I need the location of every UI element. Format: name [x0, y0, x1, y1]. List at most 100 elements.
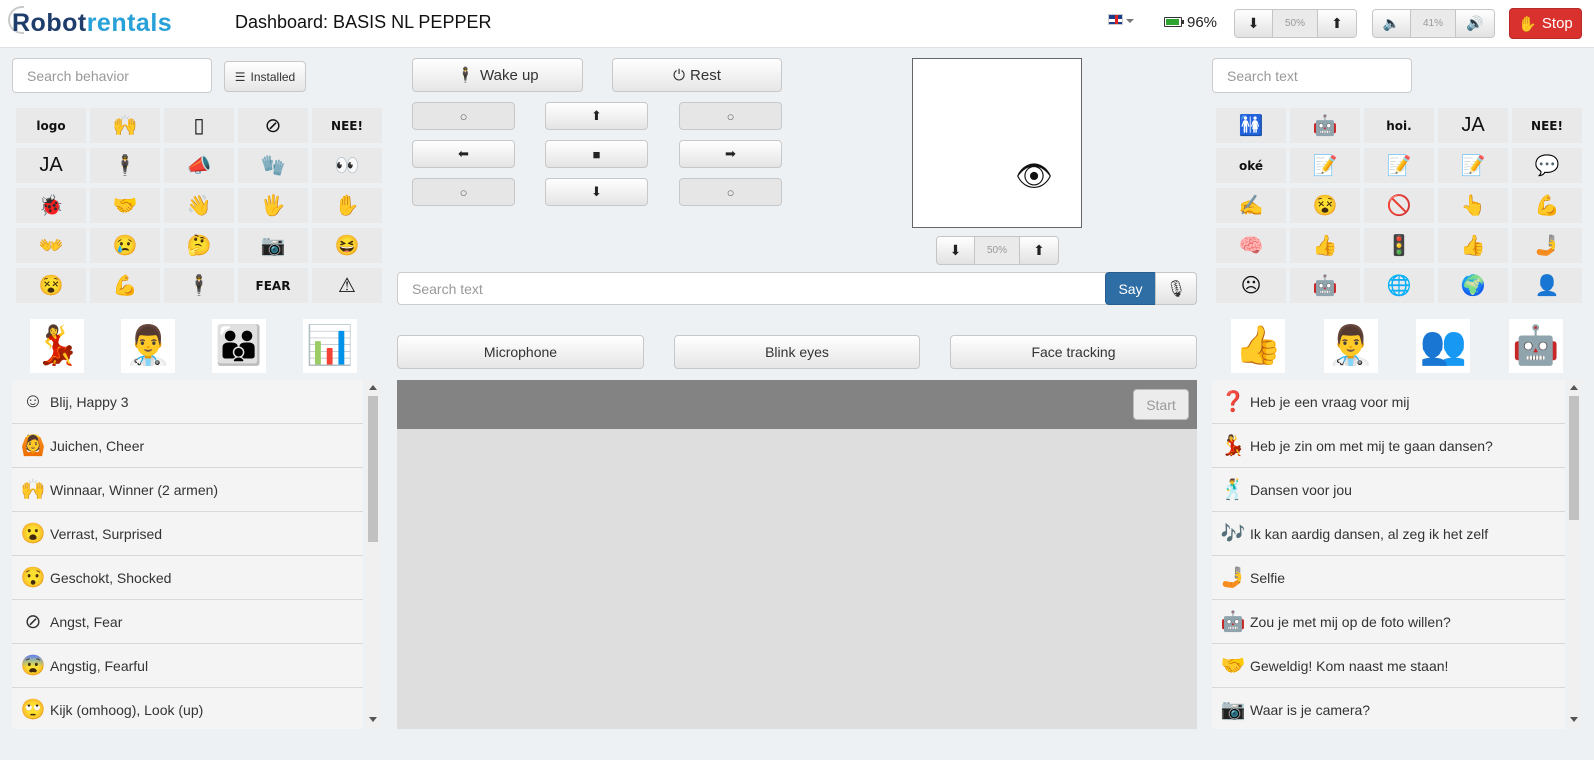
scroll-up-icon[interactable]	[369, 385, 377, 390]
world-tile[interactable]: 🌍	[1438, 268, 1508, 303]
sign-tile[interactable]: FEAR	[238, 268, 308, 303]
direction-down-right-button[interactable]: ○	[679, 178, 782, 206]
nee-tile[interactable]: NEE!	[1512, 108, 1582, 143]
speed-up-button[interactable]: ⬆	[1318, 10, 1356, 37]
microphone-button[interactable]: Microphone	[397, 335, 644, 369]
palm-tile[interactable]: ✋	[312, 188, 382, 223]
list-item[interactable]: 🙌 Winnaar, Winner (2 armen)	[12, 468, 363, 512]
direction-backward-button[interactable]: ⬇	[545, 178, 648, 206]
list-item[interactable]: 🙆 Juichen, Cheer	[12, 424, 363, 468]
handwriting-small-tile[interactable]: 📝	[1438, 148, 1508, 183]
say-button[interactable]: Say	[1105, 272, 1156, 305]
mute-microphone-button[interactable]: 🎙	[1155, 272, 1197, 305]
list-item[interactable]: 😮 Verrast, Surprised	[12, 512, 363, 556]
face-tracking-button[interactable]: Face tracking	[950, 335, 1197, 369]
oke-tile[interactable]: oké	[1216, 148, 1286, 183]
uk-flag-icon[interactable]	[1108, 14, 1123, 25]
people-tile[interactable]: 🚻	[1216, 108, 1286, 143]
list-item[interactable]: 😯 Geschokt, Shocked	[12, 556, 363, 600]
wave-hand-tile[interactable]: 👋	[164, 188, 234, 223]
direction-stop-button[interactable]: ■	[545, 140, 648, 168]
list-item[interactable]: 🕺 Dansen voor jou	[1212, 468, 1565, 512]
presentation-icon[interactable]: 📊	[302, 319, 357, 373]
list-item[interactable]: ❓ Heb je een vraag voor mij	[1212, 380, 1565, 424]
scroll-up-icon[interactable]	[1570, 385, 1578, 390]
direction-up-left-button[interactable]: ○	[412, 102, 515, 130]
list-item[interactable]: 😨 Angstig, Fearful	[12, 644, 363, 688]
person-arms-up-tile[interactable]: 🙌	[90, 108, 160, 143]
nee-tile[interactable]: NEE!	[312, 108, 382, 143]
head-position-view[interactable]: 👁	[912, 58, 1082, 228]
say-text-input[interactable]: Search text	[397, 272, 1107, 305]
globe-tile[interactable]: 🌐	[1364, 268, 1434, 303]
thumbs-up-outline-tile[interactable]: 👍	[1290, 228, 1360, 263]
gloves-tile[interactable]: 🧤	[238, 148, 308, 183]
handwriting-tile[interactable]: 📝	[1290, 148, 1360, 183]
list-item[interactable]: 🤳 Selfie	[1212, 556, 1565, 600]
traffic-light-tile[interactable]: 🚦	[1364, 228, 1434, 263]
hoi-tile[interactable]: hoi.	[1364, 108, 1434, 143]
direction-forward-button[interactable]: ⬆	[545, 102, 648, 130]
list-item[interactable]: 💃 Heb je zin om met mij te gaan dansen?	[1212, 424, 1565, 468]
dizzy-face-tile[interactable]: 😵	[16, 268, 86, 303]
start-video-button[interactable]: Start	[1133, 389, 1189, 420]
thumbs-up-icon[interactable]: 👍	[1231, 319, 1286, 373]
robot-small-tile[interactable]: 🤖	[1290, 268, 1360, 303]
installed-button[interactable]: ☰ Installed	[224, 61, 306, 92]
no-entry-tile[interactable]: 🚫	[1364, 188, 1434, 223]
list-item[interactable]: 🎶 Ik kan aardig dansen, al zeg ik het zel…	[1212, 512, 1565, 556]
list-item[interactable]: 🙄 Kijk (omhoog), Look (up)	[12, 688, 363, 729]
tablet-tile[interactable]: ▯	[164, 108, 234, 143]
prohibited-tile[interactable]: ⊘	[238, 108, 308, 143]
person-tile[interactable]: 🕴	[90, 148, 160, 183]
sad-face-tile[interactable]: ☹	[1216, 268, 1286, 303]
doctor-icon[interactable]: 👨‍⚕️	[1323, 319, 1378, 373]
app-logo[interactable]: Robot rentals	[12, 6, 172, 40]
arm-tile[interactable]: 💪	[90, 268, 160, 303]
face-tile[interactable]: 😵	[1290, 188, 1360, 223]
doctor-icon[interactable]: 👨‍⚕️	[121, 319, 176, 373]
selfie-tile[interactable]: 🤳	[1512, 228, 1582, 263]
whistle-tile[interactable]: 📣	[164, 148, 234, 183]
list-item[interactable]: 🤝 Geweldig! Kom naast me staan!	[1212, 644, 1565, 688]
ja-tile[interactable]: JA	[16, 148, 86, 183]
scroll-down-icon[interactable]	[1570, 717, 1578, 722]
crying-face-tile[interactable]: 😢	[90, 228, 160, 263]
list-item[interactable]: ☺ Blij, Happy 3	[12, 380, 363, 424]
blink-eyes-button[interactable]: Blink eyes	[674, 335, 920, 369]
stop-button[interactable]: ✋ Stop	[1509, 8, 1582, 39]
direction-up-right-button[interactable]: ○	[679, 102, 782, 130]
eye-icon[interactable]: 👁	[1015, 159, 1053, 194]
warning-tile[interactable]: ⚠	[312, 268, 382, 303]
speech-bubble-tile[interactable]: 💬	[1512, 148, 1582, 183]
list-item[interactable]: 📷 Waar is je camera?	[1212, 688, 1565, 729]
behavior-list-scrollbar[interactable]	[366, 380, 380, 729]
handshake-tile[interactable]: 🤝	[90, 188, 160, 223]
family-icon[interactable]: 👪	[211, 319, 266, 373]
arm-tile[interactable]: 💪	[1512, 188, 1582, 223]
language-caret-icon[interactable]	[1126, 19, 1134, 23]
eyes-tile[interactable]: 👀	[312, 148, 382, 183]
logo-tile[interactable]: logo	[16, 108, 86, 143]
dance-couple-icon[interactable]: 💃	[30, 319, 85, 373]
search-text-input[interactable]: Search text	[1212, 58, 1412, 93]
direction-right-button[interactable]: ➡	[679, 140, 782, 168]
search-behavior-input[interactable]: Search behavior	[12, 58, 212, 93]
direction-down-left-button[interactable]: ○	[412, 178, 515, 206]
rest-button[interactable]: ⏻ Rest	[612, 58, 782, 92]
scroll-thumb[interactable]	[368, 396, 378, 542]
silhouette-tile[interactable]: 👤	[1512, 268, 1582, 303]
head-speed-down-button[interactable]: ⬇	[937, 237, 975, 264]
robot-tile[interactable]: 🤖	[1290, 108, 1360, 143]
volume-up-button[interactable]: 🔊	[1456, 10, 1494, 37]
camera-tile[interactable]: 📷	[238, 228, 308, 263]
heads-icon[interactable]: 👥	[1416, 319, 1471, 373]
list-item[interactable]: ⊘ Angst, Fear	[12, 600, 363, 644]
scroll-down-icon[interactable]	[369, 717, 377, 722]
ja-tile[interactable]: JA	[1438, 108, 1508, 143]
volume-down-button[interactable]: 🔈	[1373, 10, 1411, 37]
scroll-thumb[interactable]	[1569, 396, 1579, 520]
speech-list-scrollbar[interactable]	[1567, 380, 1581, 729]
handwriting-red-tile[interactable]: 📝	[1364, 148, 1434, 183]
head-tile[interactable]: 🧠	[1216, 228, 1286, 263]
